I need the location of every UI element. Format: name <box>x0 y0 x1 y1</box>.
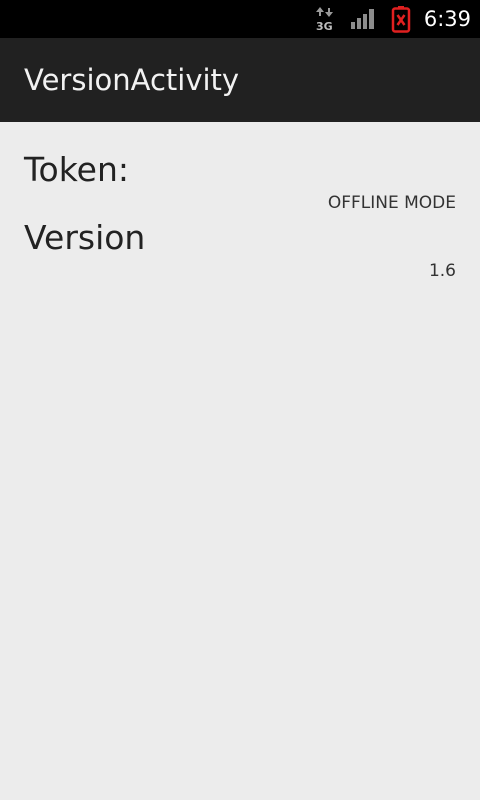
action-bar: VersionActivity <box>0 38 480 122</box>
token-value: OFFLINE MODE <box>327 193 456 213</box>
status-clock: 6:39 <box>423 7 471 31</box>
page-title: VersionActivity <box>24 63 240 97</box>
svg-text:3G: 3G <box>316 20 333 32</box>
battery-empty-icon <box>391 6 411 33</box>
token-label: Token: <box>24 150 130 189</box>
content-area: Token: OFFLINE MODE Version 1.6 <box>0 122 480 800</box>
signal-strength-icon <box>351 9 374 29</box>
status-bar: 3G 6:39 <box>0 0 480 38</box>
data-3g-icon: 3G <box>316 7 333 32</box>
version-value: 1.6 <box>428 261 456 281</box>
version-label: Version <box>24 218 146 257</box>
